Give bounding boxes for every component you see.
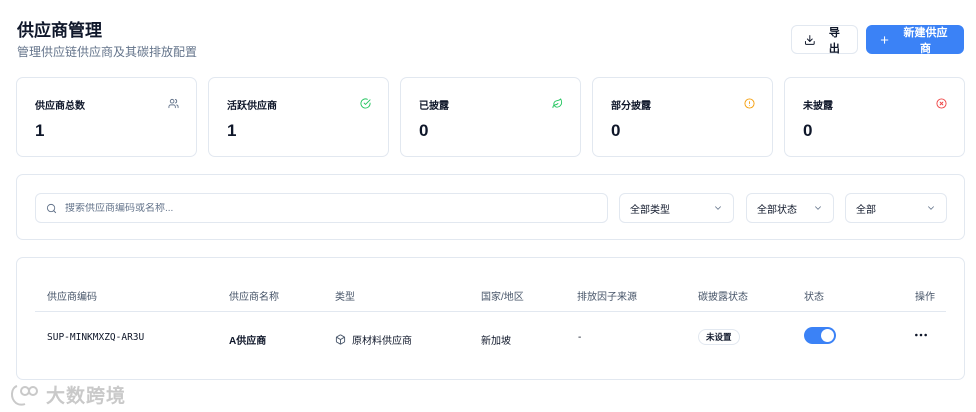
chevron-down-icon (715, 206, 721, 210)
supplier-table: 供应商编码 供应商名称 类型 国家/地区 排放因子来源 碳披露状态 状态 操作 … (16, 257, 965, 380)
plus-icon (880, 35, 889, 44)
table-header-divider (35, 311, 946, 312)
export-button[interactable]: 导出 (791, 25, 858, 55)
toggle-knob (821, 329, 834, 342)
stat-label: 供应商总数 (35, 101, 85, 112)
page-title: 供应商管理 (17, 21, 102, 40)
new-supplier-button[interactable]: 新建供应商 (866, 25, 964, 55)
stat-value: 0 (611, 121, 621, 140)
alert-circle-icon (744, 98, 755, 109)
stat-label: 活跃供应商 (227, 101, 277, 112)
disclosure-status-badge: 未设置 (698, 329, 740, 345)
stat-value: 0 (419, 121, 429, 140)
disclosure-select-value: 全部 (856, 204, 876, 216)
column-header-type: 类型 (335, 292, 355, 303)
search-icon (46, 203, 57, 213)
export-button-label: 导出 (828, 26, 840, 55)
page-subtitle: 管理供应链供应商及其碳排放配置 (17, 45, 198, 59)
column-header-disclosure: 碳披露状态 (698, 292, 748, 303)
more-horizontal-icon[interactable] (914, 330, 928, 340)
column-header-name: 供应商名称 (229, 292, 279, 303)
stat-card-active: 活跃供应商 1 (208, 77, 389, 157)
watermark-logo-icon (11, 384, 38, 406)
stat-card-partial: 部分披露 0 (592, 77, 773, 157)
stat-label: 部分披露 (611, 101, 651, 112)
stat-card-undisclosed: 未披露 0 (784, 77, 965, 157)
package-icon (335, 334, 346, 345)
cell-type: 原材料供应商 (335, 332, 412, 347)
stat-value: 1 (35, 121, 45, 140)
header-actions: 导出 新建供应商 (791, 25, 964, 55)
stats-row: 供应商总数 1 活跃供应商 1 已披露 0 部分披露 0 未披露 0 (16, 77, 965, 157)
type-select[interactable]: 全部类型 (619, 193, 734, 223)
users-icon (168, 98, 179, 109)
watermark: 大数跨境 (8, 381, 126, 408)
stat-card-disclosed: 已披露 0 (400, 77, 581, 157)
status-toggle[interactable] (804, 327, 836, 344)
column-header-country: 国家/地区 (481, 292, 524, 303)
stat-card-total: 供应商总数 1 (16, 77, 197, 157)
chevron-down-icon (928, 206, 934, 210)
x-circle-icon (936, 98, 947, 109)
stat-label: 已披露 (419, 101, 449, 112)
cell-country: 新加坡 (481, 336, 511, 347)
cell-type-label: 原材料供应商 (352, 336, 412, 347)
status-select[interactable]: 全部状态 (746, 193, 834, 223)
check-circle-icon (360, 98, 371, 109)
new-supplier-button-label: 新建供应商 (903, 26, 948, 55)
cell-code: SUP-MINKMXZQ-AR3U (47, 332, 145, 343)
column-header-status: 状态 (804, 292, 824, 303)
disclosure-select[interactable]: 全部 (845, 193, 947, 223)
type-select-value: 全部类型 (630, 204, 670, 216)
stat-label: 未披露 (803, 101, 833, 112)
download-icon (804, 34, 815, 45)
page-header: 供应商管理 管理供应链供应商及其碳排放配置 (17, 20, 197, 60)
stat-value: 0 (803, 121, 813, 140)
filter-panel: 全部类型 全部状态 全部 (16, 174, 965, 240)
leaf-icon (552, 98, 563, 109)
watermark-text: 大数跨境 (46, 386, 127, 407)
status-select-value: 全部状态 (757, 204, 797, 216)
chevron-down-icon (815, 206, 821, 210)
cell-name: A供应商 (229, 336, 267, 347)
cell-factor-source: - (578, 332, 582, 343)
search-box[interactable] (35, 193, 608, 223)
column-header-factor-source: 排放因子来源 (577, 292, 637, 303)
column-header-actions: 操作 (915, 292, 935, 303)
search-input[interactable] (65, 202, 565, 214)
column-header-code: 供应商编码 (47, 292, 97, 303)
stat-value: 1 (227, 121, 237, 140)
